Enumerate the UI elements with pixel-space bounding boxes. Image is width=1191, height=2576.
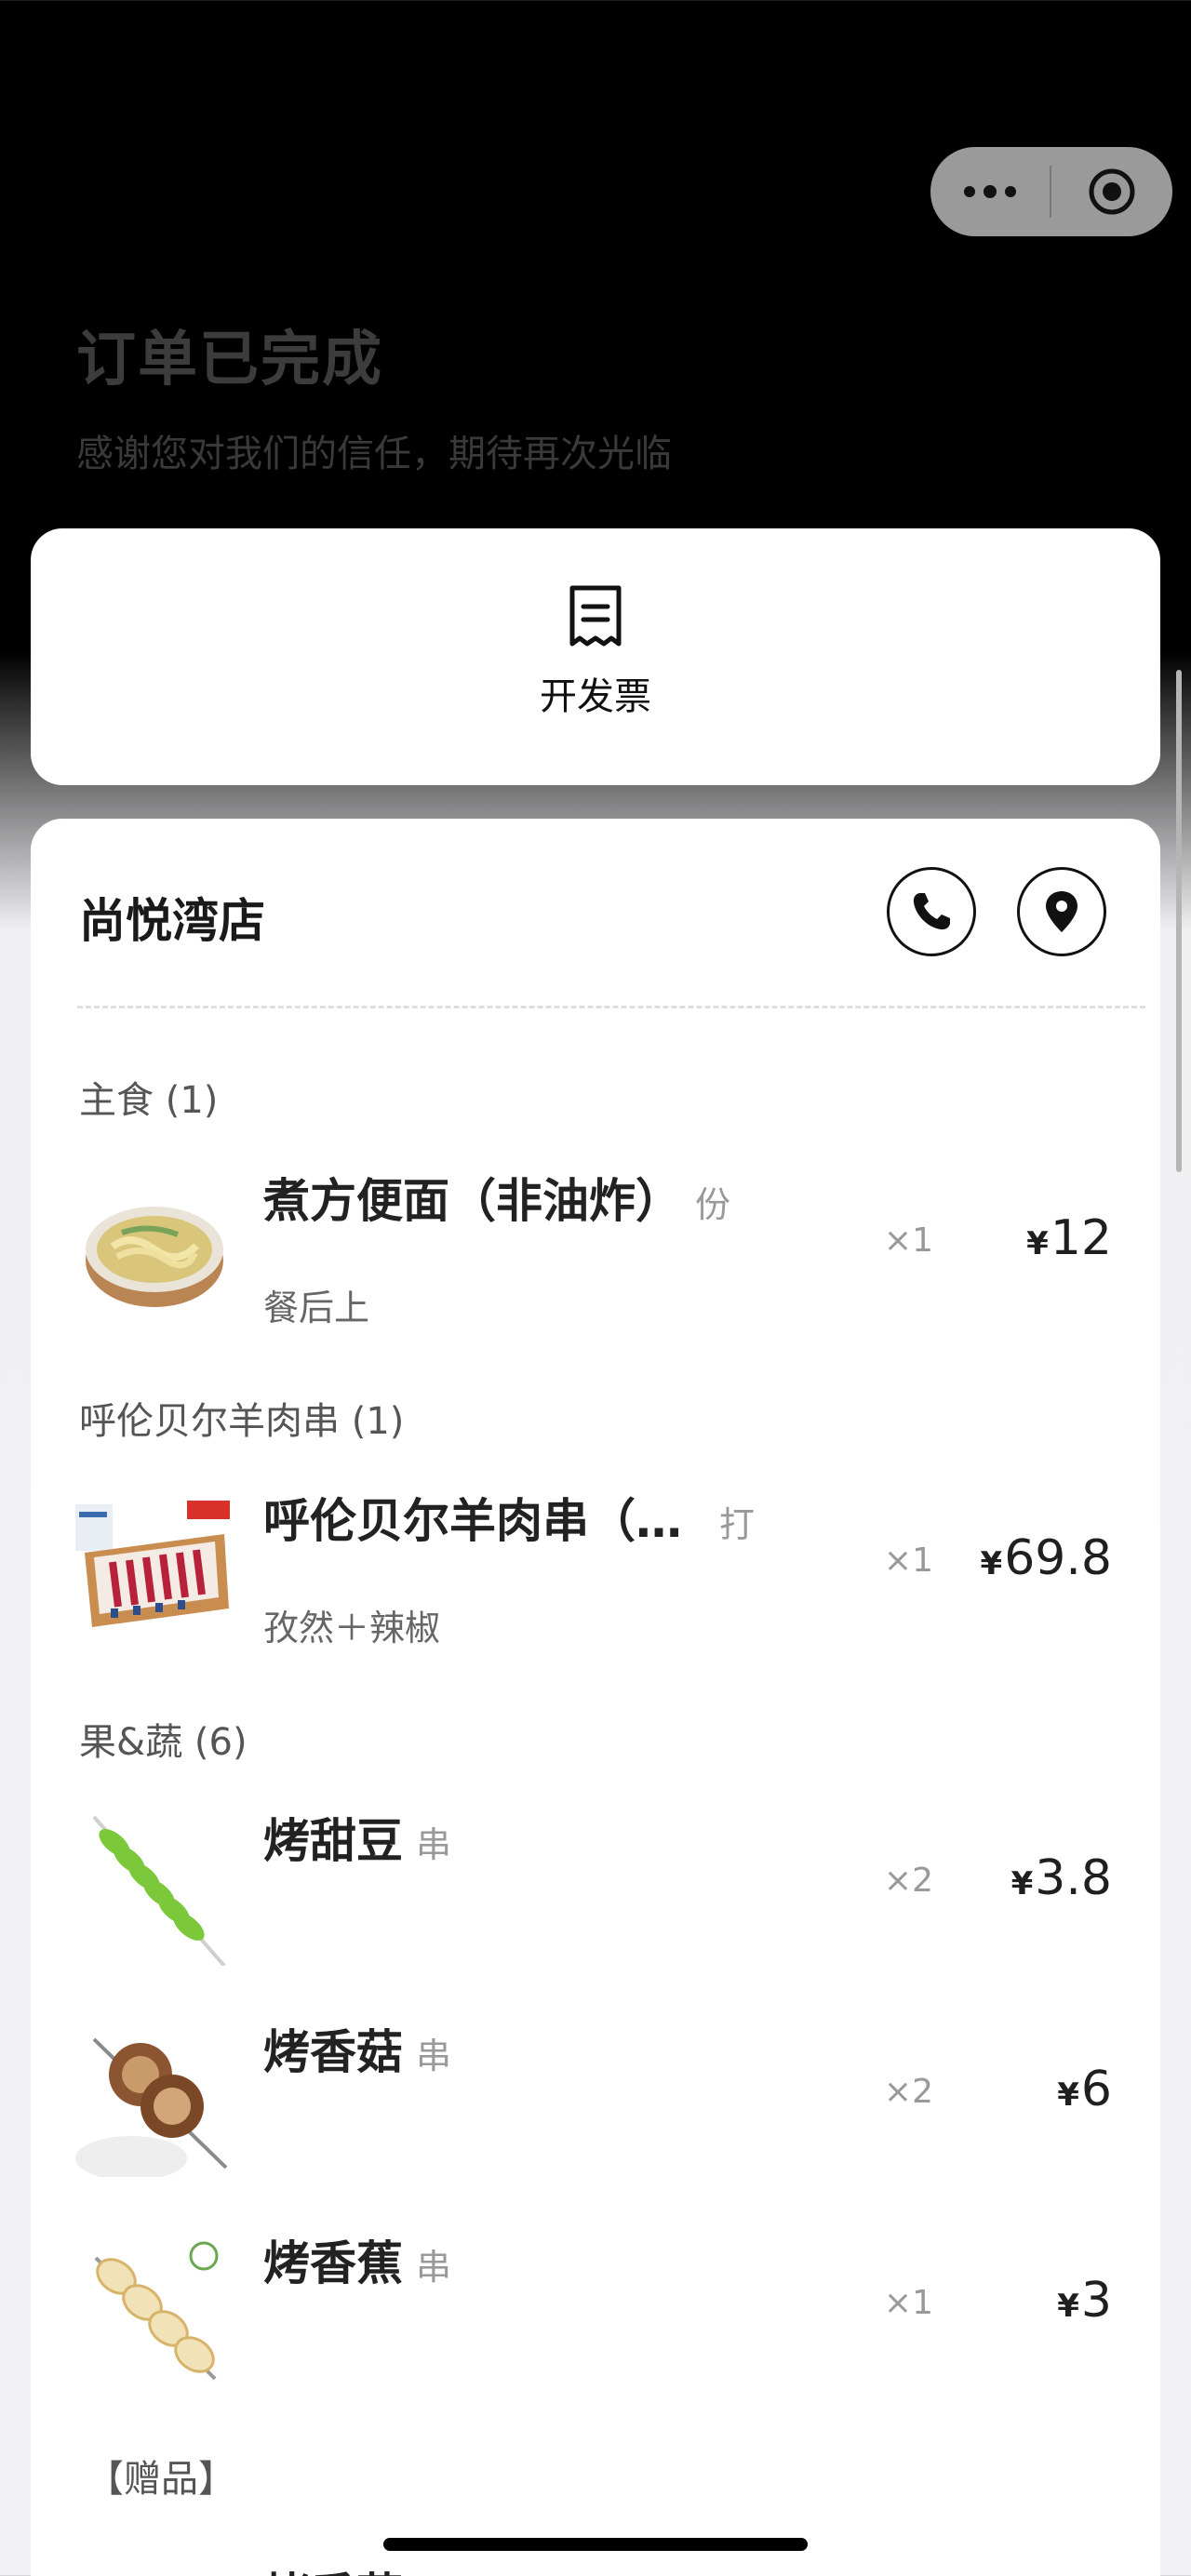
divider	[77, 1006, 1145, 1008]
item-price: ¥3	[1057, 2273, 1112, 2329]
location-pin-icon	[1046, 891, 1077, 932]
scrollbar[interactable]	[1176, 670, 1182, 1172]
more-button[interactable]	[930, 147, 1050, 236]
order-item[interactable]: 呼伦贝尔羊肉串（… 打 孜然＋辣椒 ×1 ¥69.8	[31, 1469, 1160, 1655]
currency-symbol: ¥	[1057, 2076, 1079, 2114]
price-value: 3.8	[1035, 1850, 1112, 1906]
item-quantity: ×1	[883, 1542, 933, 1580]
price-value: 69.8	[1004, 1530, 1112, 1586]
order-item[interactable]: 烤香蕉串 ×1 ¥3	[31, 2211, 1160, 2397]
currency-symbol: ¥	[1026, 1225, 1049, 1262]
item-thumbnail	[75, 1808, 234, 1966]
item-thumbnail	[75, 2230, 234, 2388]
order-item[interactable]: 烤甜豆串 ×2 ¥3.8	[31, 1789, 1160, 1975]
item-price: ¥3.8	[1011, 1850, 1112, 1906]
category-label: 果&蔬 (6)	[79, 1721, 248, 1764]
category-label: 主食 (1)	[79, 1079, 219, 1122]
mushroom-skewer-image	[75, 2019, 234, 2177]
call-store-button[interactable]	[887, 867, 976, 956]
store-name: 尚悦湾店	[79, 894, 265, 948]
home-indicator	[383, 2538, 808, 2551]
sweet-pea-skewer-image	[75, 1808, 234, 1966]
item-quantity: ×1	[883, 2284, 933, 2322]
item-name: 煮方便面（非油炸）	[263, 1174, 682, 1228]
item-thumbnail	[75, 1168, 234, 1326]
store-location-button[interactable]	[1017, 867, 1106, 956]
noodle-bowl-image	[75, 1168, 234, 1326]
item-price: ¥69.8	[981, 1530, 1112, 1586]
item-note: 孜然＋辣椒	[263, 1608, 441, 1648]
item-price: ¥6	[1057, 2062, 1112, 2117]
item-unit: 打	[719, 1504, 756, 1545]
item-name: 烤香菇	[263, 2025, 403, 2079]
invoice-card: 开发票	[31, 528, 1160, 785]
price-value: 6	[1080, 2062, 1112, 2117]
lamb-skewer-box-image	[75, 1488, 234, 1646]
currency-symbol: ¥	[980, 1545, 1003, 1582]
order-status-subtitle: 感谢您对我们的信任，期待再次光临	[76, 433, 672, 475]
phone-icon	[913, 893, 950, 930]
gift-item-name: 烤香菇	[263, 2558, 403, 2576]
item-unit: 串	[416, 2035, 452, 2076]
banana-skewer-image	[75, 2230, 234, 2388]
receipt-icon	[569, 585, 622, 647]
item-name: 烤香蕉	[263, 2236, 403, 2290]
category-label: 呼伦贝尔羊肉串 (1)	[79, 1400, 405, 1443]
currency-symbol: ¥	[1057, 2288, 1079, 2325]
item-price: ¥12	[1026, 1210, 1112, 1266]
price-value: 12	[1050, 1210, 1112, 1266]
item-unit: 份	[695, 1184, 731, 1225]
invoice-label: 开发票	[540, 675, 651, 718]
close-miniprogram-button[interactable]	[1051, 147, 1172, 236]
item-quantity: ×2	[883, 2073, 933, 2111]
item-thumbnail	[75, 1488, 234, 1646]
price-value: 3	[1080, 2273, 1112, 2329]
gift-section-label: 【赠品】	[87, 2458, 235, 2501]
more-dots-icon	[964, 185, 1016, 198]
item-name: 烤甜豆	[263, 1814, 403, 1868]
invoice-button[interactable]: 开发票	[502, 584, 689, 733]
miniprogram-capsule	[930, 147, 1172, 236]
item-thumbnail	[75, 2019, 234, 2177]
order-item[interactable]: 煮方便面（非油炸） 份 餐后上 ×1 ¥12	[31, 1149, 1160, 1335]
currency-symbol: ¥	[1010, 1865, 1034, 1902]
item-unit: 串	[416, 2247, 452, 2288]
target-circle-icon	[1089, 168, 1135, 215]
item-quantity: ×1	[883, 1221, 933, 1260]
order-item[interactable]: 烤香菇串 ×2 ¥6	[31, 2000, 1160, 2186]
item-note: 餐后上	[263, 1288, 370, 1328]
item-quantity: ×2	[883, 1862, 933, 1900]
order-status-title: 订单已完成	[76, 326, 383, 394]
item-unit: 串	[416, 1824, 452, 1865]
item-name: 呼伦贝尔羊肉串（…	[263, 1494, 682, 1548]
order-card: 尚悦湾店 主食 (1) 煮方便面（非油炸）份 餐后上 ×1 ¥12 呼伦贝尔羊肉…	[31, 819, 1160, 2576]
